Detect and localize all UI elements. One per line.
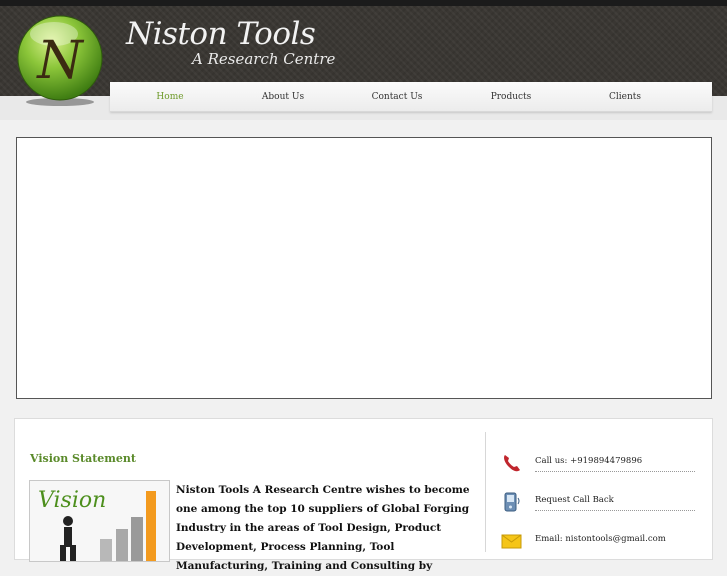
contact-email[interactable]: Email: nistontools@gmail.com bbox=[501, 530, 695, 552]
banner-slider[interactable] bbox=[16, 137, 712, 399]
call-us-text: Call us: +919894479896 bbox=[535, 456, 643, 466]
vision-heading: Vision Statement bbox=[30, 452, 137, 465]
nav-home[interactable]: Home bbox=[120, 82, 220, 111]
contact-divider bbox=[535, 471, 695, 472]
nav-contact-us[interactable]: Contact Us bbox=[347, 82, 447, 111]
email-text: Email: nistontools@gmail.com bbox=[535, 534, 666, 544]
mobile-phone-icon bbox=[504, 492, 520, 512]
contact-divider bbox=[535, 510, 695, 511]
phone-icon bbox=[504, 455, 520, 472]
nav-products[interactable]: Products bbox=[461, 82, 561, 111]
site-subtitle: A Research Centre bbox=[192, 50, 336, 68]
logo[interactable]: N bbox=[14, 12, 106, 108]
main-nav: Home About Us Contact Us Products Client… bbox=[110, 82, 712, 112]
nav-about-us[interactable]: About Us bbox=[233, 82, 333, 111]
envelope-icon bbox=[501, 534, 522, 549]
logo-letter: N bbox=[35, 31, 84, 91]
content-divider bbox=[485, 432, 486, 552]
vision-image: Vision bbox=[29, 480, 170, 562]
contact-call[interactable]: Call us: +919894479896 bbox=[501, 452, 695, 474]
request-call-back-text: Request Call Back bbox=[535, 495, 614, 505]
vision-illustration: Vision bbox=[30, 481, 169, 561]
logo-icon: N bbox=[17, 15, 103, 106]
site-title: Niston Tools bbox=[126, 16, 316, 52]
vision-image-label: Vision bbox=[38, 488, 106, 513]
contact-callback[interactable]: Request Call Back bbox=[501, 491, 695, 513]
nav-clients[interactable]: Clients bbox=[575, 82, 675, 111]
vision-statement-text: Niston Tools A Research Centre wishes to… bbox=[176, 484, 470, 572]
